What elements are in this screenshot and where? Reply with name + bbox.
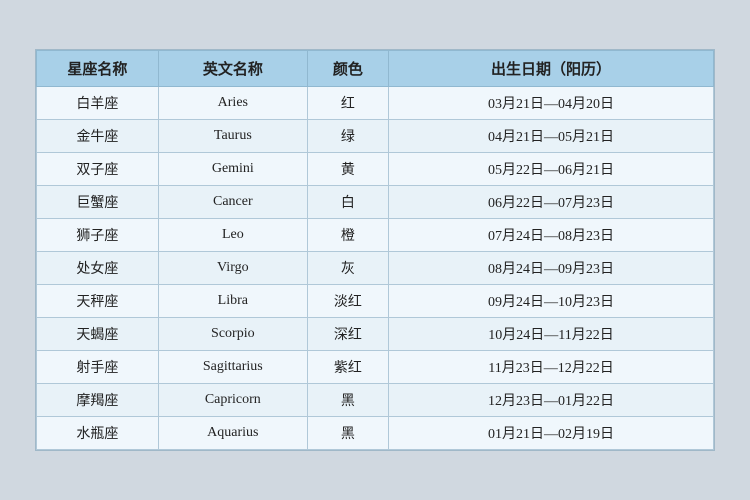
table-row: 摩羯座Capricorn黑12月23日—01月22日 [37,384,714,417]
zodiac-table: 星座名称 英文名称 颜色 出生日期（阳历） 白羊座Aries红03月21日—04… [36,50,714,450]
cell-chinese: 天秤座 [37,285,159,318]
header-birth-date: 出生日期（阳历） [389,51,714,87]
cell-english: Scorpio [158,318,307,351]
cell-date: 06月22日—07月23日 [389,186,714,219]
cell-color: 黑 [307,384,388,417]
table-row: 双子座Gemini黄05月22日—06月21日 [37,153,714,186]
table-row: 白羊座Aries红03月21日—04月20日 [37,87,714,120]
cell-color: 黄 [307,153,388,186]
cell-date: 09月24日—10月23日 [389,285,714,318]
cell-chinese: 白羊座 [37,87,159,120]
cell-english: Leo [158,219,307,252]
table-row: 天蝎座Scorpio深红10月24日—11月22日 [37,318,714,351]
cell-chinese: 摩羯座 [37,384,159,417]
table-row: 巨蟹座Cancer白06月22日—07月23日 [37,186,714,219]
table-row: 狮子座Leo橙07月24日—08月23日 [37,219,714,252]
table-row: 金牛座Taurus绿04月21日—05月21日 [37,120,714,153]
table-header-row: 星座名称 英文名称 颜色 出生日期（阳历） [37,51,714,87]
cell-color: 白 [307,186,388,219]
cell-date: 08月24日—09月23日 [389,252,714,285]
cell-chinese: 狮子座 [37,219,159,252]
cell-english: Virgo [158,252,307,285]
cell-chinese: 巨蟹座 [37,186,159,219]
header-color: 颜色 [307,51,388,87]
cell-date: 01月21日—02月19日 [389,417,714,450]
cell-chinese: 金牛座 [37,120,159,153]
cell-date: 04月21日—05月21日 [389,120,714,153]
cell-chinese: 水瓶座 [37,417,159,450]
cell-color: 深红 [307,318,388,351]
cell-color: 黑 [307,417,388,450]
cell-date: 11月23日—12月22日 [389,351,714,384]
cell-color: 淡红 [307,285,388,318]
cell-color: 灰 [307,252,388,285]
table-row: 处女座Virgo灰08月24日—09月23日 [37,252,714,285]
table-row: 水瓶座Aquarius黑01月21日—02月19日 [37,417,714,450]
cell-english: Aquarius [158,417,307,450]
cell-color: 紫红 [307,351,388,384]
cell-date: 05月22日—06月21日 [389,153,714,186]
table-row: 天秤座Libra淡红09月24日—10月23日 [37,285,714,318]
zodiac-table-wrapper: 星座名称 英文名称 颜色 出生日期（阳历） 白羊座Aries红03月21日—04… [35,49,715,451]
cell-date: 07月24日—08月23日 [389,219,714,252]
cell-chinese: 双子座 [37,153,159,186]
cell-date: 03月21日—04月20日 [389,87,714,120]
cell-color: 红 [307,87,388,120]
cell-date: 10月24日—11月22日 [389,318,714,351]
cell-english: Libra [158,285,307,318]
cell-english: Gemini [158,153,307,186]
cell-english: Aries [158,87,307,120]
cell-chinese: 天蝎座 [37,318,159,351]
cell-color: 绿 [307,120,388,153]
header-english-name: 英文名称 [158,51,307,87]
table-row: 射手座Sagittarius紫红11月23日—12月22日 [37,351,714,384]
cell-english: Sagittarius [158,351,307,384]
header-chinese-name: 星座名称 [37,51,159,87]
cell-color: 橙 [307,219,388,252]
cell-english: Taurus [158,120,307,153]
cell-chinese: 射手座 [37,351,159,384]
cell-english: Cancer [158,186,307,219]
cell-english: Capricorn [158,384,307,417]
cell-date: 12月23日—01月22日 [389,384,714,417]
table-body: 白羊座Aries红03月21日—04月20日金牛座Taurus绿04月21日—0… [37,87,714,450]
cell-chinese: 处女座 [37,252,159,285]
